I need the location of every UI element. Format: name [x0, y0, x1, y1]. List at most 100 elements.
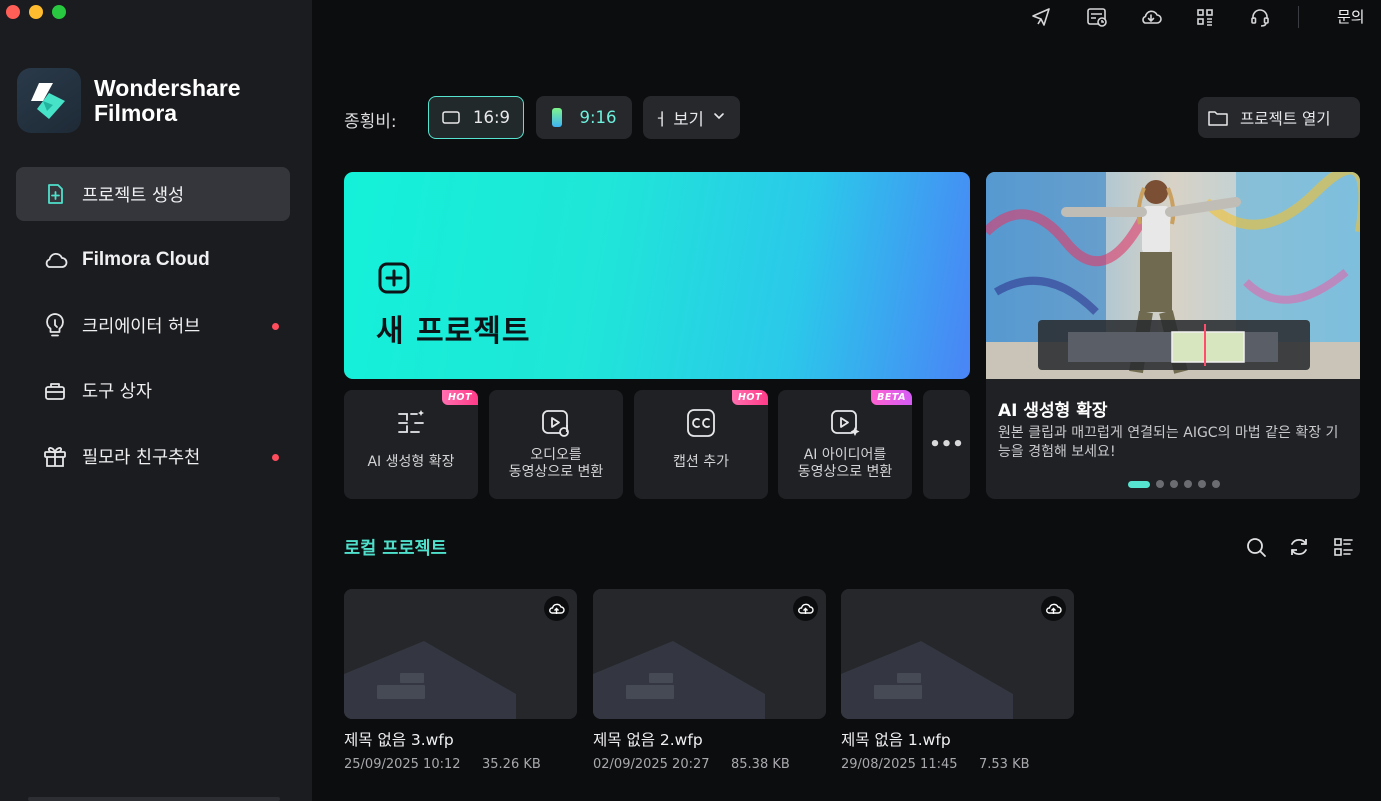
send-icon[interactable] [1029, 5, 1053, 29]
portrait-icon [551, 107, 563, 128]
project-thumbnail[interactable] [841, 589, 1074, 719]
feature-label: AI 아이디어를 동영상으로 변환 [797, 447, 893, 480]
sidebar: Wondershare Filmora 프로젝트 생성 Filmora Clou… [0, 0, 312, 801]
more-ratios-dropdown[interactable]: ㅓ 보기 [643, 96, 740, 139]
project-name: 제목 없음 3.wfp [344, 731, 454, 749]
cloud-upload-icon[interactable] [544, 596, 569, 621]
cloud-icon [42, 247, 68, 273]
list-view-icon[interactable] [1331, 535, 1355, 559]
toolbox-icon [42, 378, 68, 404]
sidebar-item-creator-hub[interactable]: 크리에이터 허브 [16, 298, 290, 352]
carousel-dot[interactable] [1212, 480, 1220, 488]
close-window-button[interactable] [6, 5, 20, 19]
plus-square-icon [42, 181, 68, 207]
carousel-dots [1128, 480, 1220, 488]
project-name: 제목 없음 2.wfp [593, 731, 703, 749]
promo-banner[interactable]: AI 생성형 확장 원본 클립과 매끄럽게 연결되는 AIGC의 마법 같은 확… [986, 172, 1360, 499]
gift-icon [42, 443, 68, 469]
more-ratios-label: ㅓ 보기 [653, 109, 704, 129]
project-size: 85.38 KB [731, 757, 790, 772]
cloud-download-icon[interactable] [1139, 5, 1163, 29]
ratio-label: 16:9 [472, 108, 511, 127]
feature-ai-extend[interactable]: HOT AI 생성형 확장 [344, 390, 478, 499]
aspect-ratio-label: 종횡비: [344, 112, 397, 132]
feature-audio-to-video[interactable]: 오디오를 동영상으로 변환 [489, 390, 623, 499]
promo-title: AI 생성형 확장 [998, 401, 1108, 421]
sidebar-item-label: 프로젝트 생성 [82, 185, 185, 206]
brand-name: Wondershare Filmora [94, 74, 241, 126]
brand-line-1: Wondershare [94, 74, 241, 101]
minimize-window-button[interactable] [29, 5, 43, 19]
search-icon[interactable] [1244, 535, 1268, 559]
refresh-icon[interactable] [1287, 535, 1311, 559]
ratio-9-16-button[interactable]: 9:16 [536, 96, 632, 139]
folder-icon [1207, 109, 1229, 127]
feature-ai-idea-to-video[interactable]: BETA AI 아이디어를 동영상으로 변환 [778, 390, 912, 499]
project-thumbnail[interactable] [593, 589, 826, 719]
window-controls [6, 5, 66, 19]
contact-button[interactable]: 문의 [1337, 6, 1365, 27]
sidebar-item-label: 크리에이터 허브 [82, 316, 201, 337]
calendar-clock-icon[interactable] [1085, 5, 1109, 29]
feature-add-caption[interactable]: HOT 캡션 추가 [634, 390, 768, 499]
brand: Wondershare Filmora [17, 68, 241, 133]
ai-extend-icon [394, 406, 428, 440]
hot-badge: HOT [731, 390, 768, 405]
audio-to-video-icon [539, 406, 573, 440]
project-size: 35.26 KB [482, 757, 541, 772]
hot-badge: HOT [441, 390, 478, 405]
cc-icon [684, 406, 718, 440]
carousel-dot[interactable] [1128, 480, 1150, 488]
notification-dot [272, 323, 279, 330]
project-date: 02/09/2025 20:27 [593, 757, 710, 772]
sidebar-item-toolbox[interactable]: 도구 상자 [16, 364, 290, 418]
zoom-window-button[interactable] [52, 5, 66, 19]
carousel-dot[interactable] [1156, 480, 1164, 488]
project-date: 25/09/2025 10:12 [344, 757, 461, 772]
new-project-button[interactable]: 새 프로젝트 [344, 172, 970, 379]
grid-icon[interactable] [1193, 5, 1217, 29]
plus-icon [378, 262, 410, 298]
carousel-dot[interactable] [1198, 480, 1206, 488]
landscape-icon [442, 111, 460, 124]
open-project-label: 프로젝트 열기 [1240, 109, 1331, 128]
sidebar-item-refer-friend[interactable]: 필모라 친구추천 [16, 429, 290, 483]
sidebar-item-label: Filmora Cloud [82, 248, 210, 270]
ratio-label: 9:16 [579, 108, 617, 127]
chevron-down-icon [712, 108, 726, 127]
open-project-button[interactable]: 프로젝트 열기 [1198, 97, 1360, 138]
project-name: 제목 없음 1.wfp [841, 731, 951, 749]
lightbulb-icon [42, 312, 68, 338]
carousel-dot[interactable] [1170, 480, 1178, 488]
project-size: 7.53 KB [979, 757, 1030, 772]
sidebar-item-label: 필모라 친구추천 [82, 447, 201, 468]
filmora-logo [17, 68, 81, 133]
cloud-upload-icon[interactable] [1041, 596, 1066, 621]
carousel-dot[interactable] [1184, 480, 1192, 488]
sidebar-item-create-project[interactable]: 프로젝트 생성 [16, 167, 290, 221]
sidebar-item-label: 도구 상자 [82, 382, 152, 402]
feature-label: AI 생성형 확장 [367, 454, 455, 470]
new-project-label: 새 프로젝트 [376, 314, 531, 349]
headset-icon[interactable] [1248, 5, 1272, 29]
topbar-divider [1298, 6, 1299, 28]
cloud-upload-icon[interactable] [793, 596, 818, 621]
project-meta: 25/09/2025 10:12 35.26 KB [344, 757, 577, 772]
notification-dot [272, 454, 279, 461]
project-meta: 02/09/2025 20:27 85.38 KB [593, 757, 826, 772]
project-date: 29/08/2025 11:45 [841, 757, 958, 772]
more-features-button[interactable]: ••• [923, 390, 970, 499]
feature-label: 오디오를 동영상으로 변환 [508, 447, 604, 480]
project-card[interactable]: 제목 없음 3.wfp 25/09/2025 10:12 35.26 KB [344, 589, 577, 772]
sidebar-item-filmora-cloud[interactable]: Filmora Cloud [16, 233, 290, 287]
project-thumbnail[interactable] [344, 589, 577, 719]
sidebar-scrollbar[interactable] [28, 797, 280, 801]
local-projects-title: 로컬 프로젝트 [344, 539, 447, 559]
project-meta: 29/08/2025 11:45 7.53 KB [841, 757, 1074, 772]
ratio-16-9-button[interactable]: 16:9 [428, 96, 524, 139]
project-card[interactable]: 제목 없음 2.wfp 02/09/2025 20:27 85.38 KB [593, 589, 826, 772]
feature-label: 캡션 추가 [673, 454, 729, 470]
ai-idea-video-icon [828, 406, 862, 440]
project-card[interactable]: 제목 없음 1.wfp 29/08/2025 11:45 7.53 KB [841, 589, 1074, 772]
brand-line-2: Filmora [94, 99, 178, 126]
